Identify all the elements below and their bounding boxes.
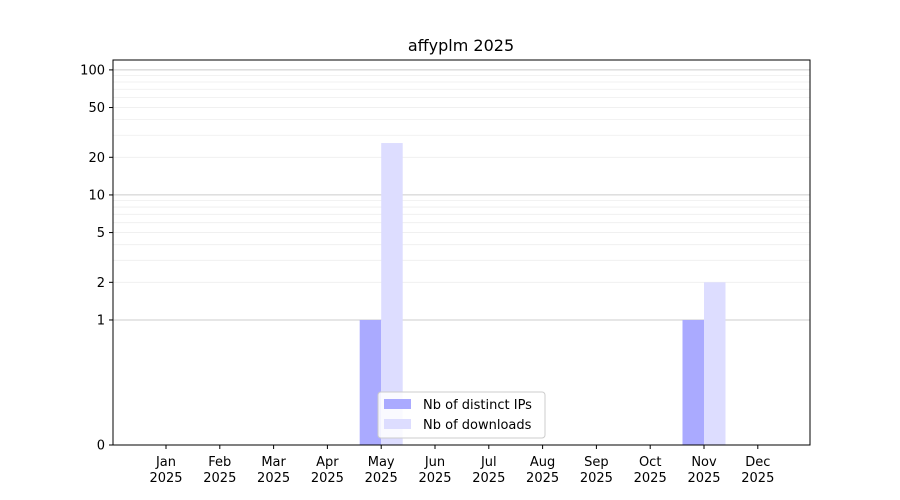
y-axis: 0 1 2 5 10 20 50 100 xyxy=(80,63,113,454)
chart-title: affyplm 2025 xyxy=(408,36,514,55)
x-tick-label: Aug 2025 xyxy=(526,455,559,486)
x-tick-label: May 2025 xyxy=(365,455,398,486)
y-tick-label: 5 xyxy=(97,226,105,241)
legend-swatch xyxy=(384,399,411,409)
x-tick-label: Apr 2025 xyxy=(311,455,344,486)
y-tick-label: 20 xyxy=(88,151,105,166)
y-tick-label: 100 xyxy=(80,63,105,78)
legend-label: Nb of downloads xyxy=(423,418,532,433)
y-tick-label: 2 xyxy=(97,276,105,291)
bar xyxy=(682,319,704,445)
x-tick-label: Jan 2025 xyxy=(149,455,182,486)
chart: affyplm 2025 0 1 2 5 10 20 50 100 Jan 2025 Feb 202… xyxy=(80,36,811,486)
x-axis: Jan 2025 Feb 2025 Mar 2025 Apr 2025 May 2025 Jun 20… xyxy=(149,445,774,486)
y-tick-label: 1 xyxy=(97,313,105,328)
x-tick-label: Oct 2025 xyxy=(634,455,667,486)
x-tick-label: Dec 2025 xyxy=(741,455,774,486)
x-tick-label: Sep 2025 xyxy=(580,455,613,486)
bar xyxy=(704,282,726,445)
x-tick-label: Jul 2025 xyxy=(472,455,505,486)
legend-swatch xyxy=(384,419,411,429)
legend: Nb of distinct IPs Nb of downloads xyxy=(377,391,546,439)
y-tick-label: 0 xyxy=(97,439,105,454)
x-tick-label: Feb 2025 xyxy=(203,455,236,486)
y-tick-label: 10 xyxy=(88,188,105,203)
x-tick-label: Mar 2025 xyxy=(257,455,290,486)
legend-label: Nb of distinct IPs xyxy=(423,398,532,413)
x-tick-label: Nov 2025 xyxy=(687,455,720,486)
x-tick-label: Jun 2025 xyxy=(418,455,451,486)
y-tick-label: 50 xyxy=(88,101,105,116)
